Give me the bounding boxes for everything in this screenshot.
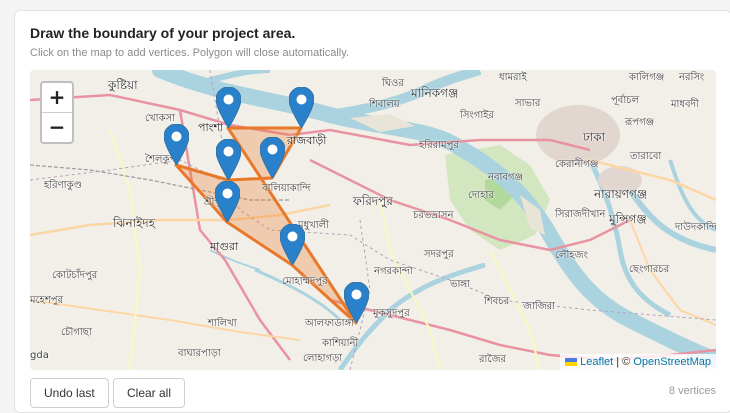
place-label: মাধবদী xyxy=(671,99,699,110)
place-label: শালিখা xyxy=(208,318,237,329)
attribution-separator: | © xyxy=(616,356,631,368)
place-label: চৌগাছা xyxy=(61,327,92,338)
place-label: রূপগঞ্জ xyxy=(625,117,655,128)
place-label: নরসিং xyxy=(679,72,705,83)
polygon-editor-card: Draw the boundary of your project area. … xyxy=(14,10,730,413)
map-marker-icon[interactable] xyxy=(343,282,369,323)
place-label: বাঘারপাড়া xyxy=(178,348,221,359)
place-label: হরিরামপুর xyxy=(419,140,459,151)
place-label: শিবালয় xyxy=(369,99,400,110)
map-marker-icon[interactable] xyxy=(163,124,189,165)
place-label: ঝিনাইদহ xyxy=(113,216,156,230)
place-label: সিংগাইর xyxy=(460,110,494,121)
place-label: gda xyxy=(30,350,49,361)
map-marker-icon[interactable] xyxy=(279,224,305,265)
place-label: লোহাগড়া xyxy=(303,353,343,364)
place-label: দোহার xyxy=(468,190,494,201)
place-label: ভাঙ্গা xyxy=(450,279,470,290)
zoom-control: + − xyxy=(40,81,74,144)
map-marker-icon[interactable] xyxy=(215,87,241,128)
map-marker-icon[interactable] xyxy=(259,137,285,178)
place-label: মানিকগঞ্জ xyxy=(411,86,459,100)
place-label: হরিণাকুণ্ড xyxy=(44,180,83,191)
place-label: ছেংগারচর xyxy=(629,264,670,275)
vertex-counter: 8 vertices xyxy=(668,385,716,397)
map-marker-icon[interactable] xyxy=(215,139,241,180)
place-label: সিরাজদীখান xyxy=(555,209,606,220)
place-label: সাভার xyxy=(515,98,541,109)
place-label: রাজৈর xyxy=(479,354,507,365)
place-label: কেরানীগঞ্জ xyxy=(555,159,599,170)
place-label: তারাবো xyxy=(630,151,662,162)
place-label: ফরিদপুর xyxy=(353,194,393,208)
leaflet-link[interactable]: Leaflet xyxy=(580,356,613,368)
zoom-in-button[interactable]: + xyxy=(42,83,72,113)
place-label: শিবচর xyxy=(484,296,510,307)
map-marker-icon[interactable] xyxy=(288,87,314,128)
place-label: জাজিরা xyxy=(523,301,556,312)
place-label: ঢাকা xyxy=(583,130,606,144)
place-label: কোটচাঁদপুর xyxy=(52,270,98,281)
place-label: রাজবাড়ী xyxy=(287,134,327,147)
place-label: নারায়ণগঞ্জ xyxy=(594,187,648,201)
place-label: মুকসুদপুর xyxy=(373,308,410,319)
ukraine-flag-icon xyxy=(565,358,578,366)
place-label: ধামরাই xyxy=(499,72,527,83)
place-label: মুন্সিগঞ্জ xyxy=(609,212,647,226)
place-label: নবাবগঞ্জ xyxy=(488,172,524,183)
map-view[interactable]: কুষ্টিয়া খোকসা পাংশা রাজবাড়ী শৈলকুপা হরিণাক… xyxy=(30,70,716,370)
page-title: Draw the boundary of your project area. xyxy=(30,25,296,41)
place-label: কুষ্টিয়া xyxy=(108,78,138,92)
place-label: দাউদকান্দি xyxy=(675,222,716,233)
clear-all-button[interactable]: Clear all xyxy=(113,378,186,408)
place-label: বালিয়াকান্দি xyxy=(262,183,311,194)
place-label: লৌহজং xyxy=(555,250,588,261)
openstreetmap-link[interactable]: OpenStreetMap xyxy=(633,356,711,368)
place-label: মাগুরা xyxy=(210,240,239,253)
place-label: পূর্বাচল xyxy=(611,95,640,106)
place-label: চরভদ্রাসন xyxy=(413,210,454,221)
place-label: নগরকান্দা xyxy=(374,266,413,277)
place-label: মহেশপুর xyxy=(30,295,64,306)
place-label: সদরপুর xyxy=(424,249,454,260)
undo-last-button[interactable]: Undo last xyxy=(30,378,109,408)
map-marker-icon[interactable] xyxy=(214,181,240,222)
place-label: কালিগঞ্জ xyxy=(629,72,665,83)
place-label: মোহাম্মদপুর xyxy=(282,276,328,287)
place-label: ঘিওর xyxy=(382,78,404,89)
map-attribution: Leaflet | © OpenStreetMap xyxy=(560,354,716,370)
zoom-out-button[interactable]: − xyxy=(42,113,72,142)
instructions-text: Click on the map to add vertices. Polygo… xyxy=(30,47,349,59)
